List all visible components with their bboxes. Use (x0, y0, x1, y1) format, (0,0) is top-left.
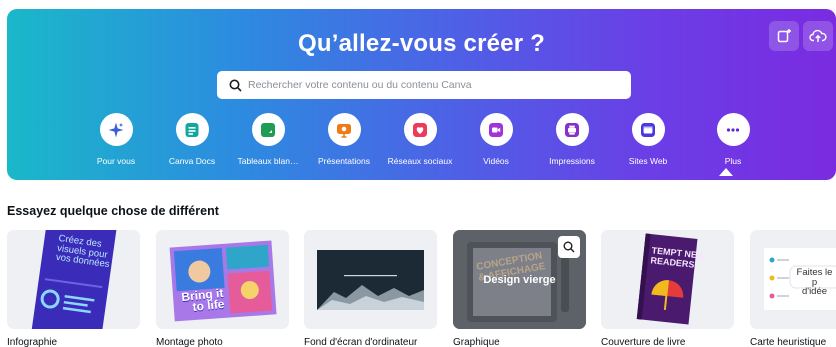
sparkle-icon (108, 122, 124, 137)
template-card-fond-ecran[interactable] (304, 230, 437, 329)
search-input[interactable] (248, 72, 631, 98)
hero-title: Qu’allez-vous créer ? (298, 30, 545, 57)
category-label: Pour vous (96, 156, 136, 166)
category-plus[interactable]: Plus (693, 113, 773, 166)
presentation-icon (337, 123, 351, 138)
template-card-couverture-livre[interactable]: TEMPT NEW READERS (601, 230, 734, 329)
category-canva-docs[interactable]: Canva Docs (152, 113, 232, 166)
category-videos[interactable]: Vidéos (456, 113, 536, 166)
category-icon-circle (555, 113, 589, 146)
category-impressions[interactable]: Impressions (532, 113, 612, 166)
category-icon-circle (403, 113, 437, 146)
whiteboard-icon (261, 122, 275, 137)
website-icon (641, 122, 655, 137)
thumb-text: d'idée (801, 286, 828, 297)
category-label: Impressions (549, 156, 595, 166)
category-tableaux-blancs[interactable]: Tableaux blan… (228, 113, 308, 166)
blank-design-label: Design vierge (483, 274, 556, 286)
card-label: Carte heuristique (750, 337, 827, 347)
category-label: Vidéos (483, 156, 509, 166)
printer-icon (565, 122, 579, 137)
more-icon (726, 127, 740, 132)
heart-icon (413, 122, 427, 137)
thumb-text: Faites le p (796, 267, 833, 288)
category-sites-web[interactable]: Sites Web (608, 113, 688, 166)
preview-search-button[interactable] (558, 236, 580, 258)
desktop-wallpaper-thumbnail (304, 230, 437, 329)
section-title: Essayez quelque chose de différent (7, 204, 219, 218)
category-label: Présentations (318, 156, 370, 166)
category-icon-circle (175, 113, 209, 146)
category-presentations[interactable]: Présentations (304, 113, 384, 166)
template-card-montage-photo[interactable]: Bring it to life (156, 230, 289, 329)
category-label: Plus (724, 156, 742, 166)
template-card-infographie[interactable]: Créez des visuels pour vos données (7, 230, 140, 329)
category-reseaux-sociaux[interactable]: Réseaux sociaux (380, 113, 460, 166)
video-icon (489, 122, 503, 137)
resize-icon (777, 29, 791, 43)
selected-caret (719, 168, 733, 176)
category-icon-circle (327, 113, 361, 146)
search-icon (563, 241, 575, 253)
search-icon (222, 71, 248, 99)
search-bar[interactable] (217, 71, 631, 99)
category-bar: Pour vous Canva Docs Tableaux blan… Prés… (7, 113, 836, 180)
category-icon-circle (479, 113, 513, 146)
book-cover-thumbnail (601, 230, 734, 329)
category-label: Canva Docs (168, 156, 216, 166)
card-label: Montage photo (156, 337, 223, 347)
category-icon-circle (99, 113, 133, 146)
upload-button[interactable] (803, 21, 833, 51)
card-label: Graphique (453, 337, 500, 347)
template-card-graphique[interactable]: CONCEPTION & AFFICHAGE Design vierge (453, 230, 586, 329)
doc-icon (185, 122, 199, 137)
card-label: Fond d'écran d'ordinateur (304, 337, 418, 347)
card-label: Couverture de livre (601, 337, 686, 347)
card-label: Infographie (7, 337, 58, 347)
category-icon-circle (716, 113, 750, 146)
hero-banner: Qu’allez-vous créer ? Rechercher votre c… (7, 9, 836, 180)
category-label: Réseaux sociaux (387, 156, 453, 166)
category-icon-circle (251, 113, 285, 146)
photo-collage-thumbnail (156, 230, 289, 329)
template-card-carte-heuristique[interactable]: Faites le p d'idée (750, 230, 836, 329)
category-pour-vous[interactable]: Pour vous (76, 113, 156, 166)
category-label: Tableaux blan… (237, 156, 299, 166)
category-icon-circle (631, 113, 665, 146)
custom-size-button[interactable] (769, 21, 799, 51)
category-label: Sites Web (628, 156, 668, 166)
cloud-upload-icon (809, 29, 827, 42)
